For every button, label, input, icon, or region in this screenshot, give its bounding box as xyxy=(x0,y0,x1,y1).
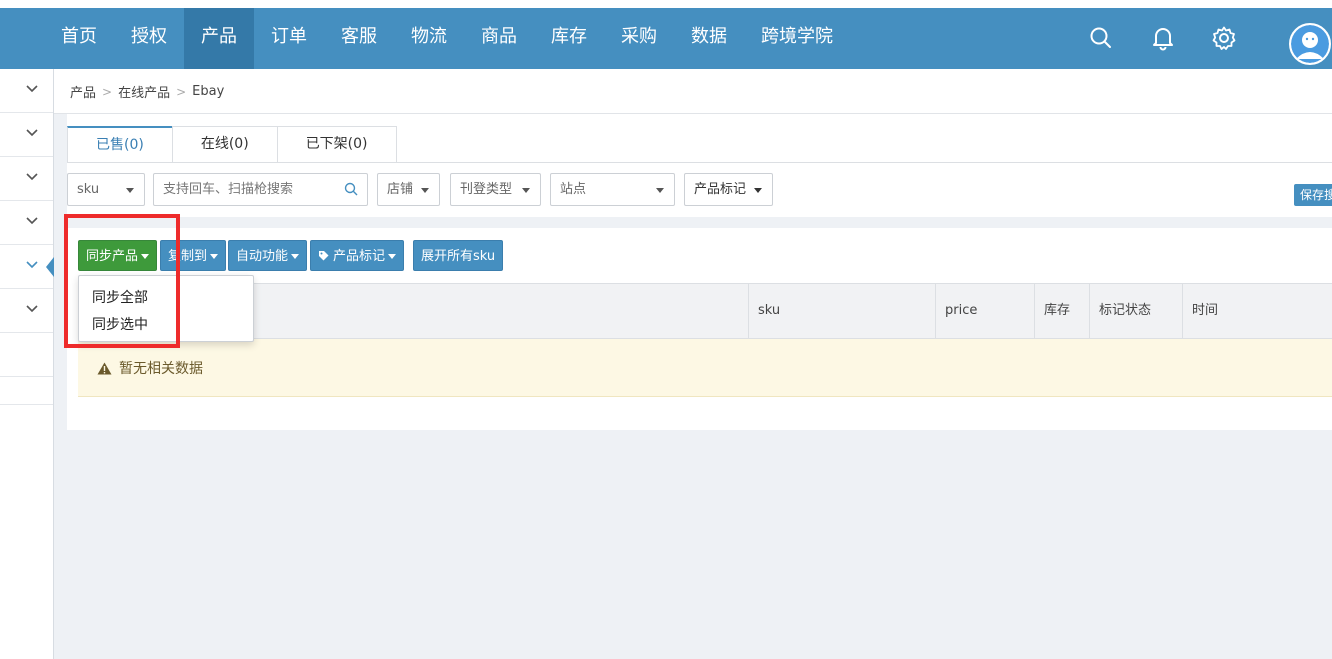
sidebar-item-3[interactable] xyxy=(0,157,53,201)
caret-down-icon xyxy=(421,188,429,193)
chevron-down-icon xyxy=(26,305,38,313)
caret-down-icon xyxy=(141,254,150,259)
listing-type-select[interactable]: 刊登类型 xyxy=(450,173,541,206)
breadcrumb-bar: 产品 > 在线产品 > Ebay xyxy=(54,69,1332,114)
sku-select-value: sku xyxy=(77,182,100,197)
sync-products-dropdown: 同步全部 同步选中 xyxy=(78,275,254,342)
content-area: 产品 > 在线产品 > Ebay 已售(0) 在线(0) 已下架(0) sku … xyxy=(54,69,1332,659)
product-mark-filter-label: 产品标记 xyxy=(694,182,747,197)
bell-icon[interactable] xyxy=(1150,25,1176,51)
warning-icon xyxy=(97,362,112,374)
user-avatar-icon xyxy=(1291,25,1329,63)
tag-icon xyxy=(319,251,329,261)
sync-products-label: 同步产品 xyxy=(86,249,139,264)
sidebar xyxy=(0,69,54,659)
search-icon[interactable] xyxy=(344,182,358,196)
nav-item-logistics[interactable]: 物流 xyxy=(394,8,464,69)
empty-state-row: 暂无相关数据 xyxy=(78,339,1332,397)
tab-online[interactable]: 在线(0) xyxy=(171,126,278,163)
save-search-button[interactable]: 保存搜索 xyxy=(1294,184,1332,206)
sku-select[interactable]: sku xyxy=(67,173,145,206)
main-nav: 首页 授权 产品 订单 客服 物流 商品 库存 采购 数据 跨境学院 xyxy=(44,8,850,69)
site-select[interactable]: 站点 xyxy=(550,173,675,206)
top-nav: 首页 授权 产品 订单 客服 物流 商品 库存 采购 数据 跨境学院 xyxy=(0,8,1332,69)
column-header-price: price xyxy=(935,284,1035,338)
nav-item-customer-service[interactable]: 客服 xyxy=(324,8,394,69)
gear-icon[interactable] xyxy=(1211,25,1237,51)
copy-to-label: 复制到 xyxy=(168,249,208,264)
sidebar-item-4[interactable] xyxy=(0,201,53,245)
search-input[interactable]: 支持回车、扫描枪搜索 xyxy=(153,173,368,206)
caret-down-icon xyxy=(291,254,300,259)
chevron-down-icon xyxy=(26,85,38,93)
column-header-sku: sku xyxy=(748,284,936,338)
caret-down-icon xyxy=(754,188,762,193)
column-header-time: 时间 xyxy=(1182,284,1332,338)
chevron-down-icon xyxy=(26,129,38,137)
status-tabs: 已售(0) 在线(0) 已下架(0) xyxy=(67,126,397,163)
auto-functions-label: 自动功能 xyxy=(236,249,289,264)
breadcrumb-item-products[interactable]: 产品 xyxy=(70,82,96,101)
nav-item-academy[interactable]: 跨境学院 xyxy=(744,8,850,69)
caret-down-icon xyxy=(388,254,397,259)
caret-down-icon xyxy=(656,188,664,193)
shop-select-label: 店铺 xyxy=(387,182,414,197)
empty-state-text: 暂无相关数据 xyxy=(119,361,203,377)
top-bar: 首页 授权 产品 订单 客服 物流 商品 库存 采购 数据 跨境学院 xyxy=(0,0,1332,69)
user-avatar[interactable] xyxy=(1289,23,1331,65)
sync-products-button[interactable]: 同步产品 xyxy=(78,240,158,271)
product-mark-label: 产品标记 xyxy=(333,249,386,264)
sidebar-item-5-active[interactable] xyxy=(0,245,54,289)
breadcrumb-separator-icon: > xyxy=(176,84,187,99)
nav-item-products[interactable]: 产品 xyxy=(184,8,254,69)
tab-sold[interactable]: 已售(0) xyxy=(67,126,173,163)
tab-delisted[interactable]: 已下架(0) xyxy=(276,126,397,163)
menu-item-sync-all[interactable]: 同步全部 xyxy=(92,287,148,307)
search-icon[interactable] xyxy=(1088,25,1114,51)
product-mark-filter[interactable]: 产品标记 xyxy=(684,173,773,206)
breadcrumb-separator-icon: > xyxy=(102,84,113,99)
search-placeholder: 支持回车、扫描枪搜索 xyxy=(163,182,294,197)
listing-type-label: 刊登类型 xyxy=(460,182,513,197)
table-header: sku price 库存 标记状态 时间 xyxy=(78,283,1332,339)
nav-item-inventory[interactable]: 库存 xyxy=(534,8,604,69)
nav-item-goods[interactable]: 商品 xyxy=(464,8,534,69)
breadcrumb-item-online-products[interactable]: 在线产品 xyxy=(118,82,170,101)
column-header-stock: 库存 xyxy=(1034,284,1090,338)
nav-item-home[interactable]: 首页 xyxy=(44,8,114,69)
copy-to-button[interactable]: 复制到 xyxy=(160,240,227,271)
filter-panel: 已售(0) 在线(0) 已下架(0) sku 支持回车、扫描枪搜索 店铺 刊登类… xyxy=(67,114,1332,217)
shop-select[interactable]: 店铺 xyxy=(377,173,440,206)
product-list-panel: 同步产品 复制到 自动功能 产品标记 展开所有sku sku price 库存 … xyxy=(67,228,1332,430)
chevron-down-icon xyxy=(26,217,38,225)
sidebar-item-7[interactable] xyxy=(0,333,53,377)
chevron-down-icon xyxy=(26,261,38,269)
breadcrumb-item-ebay: Ebay xyxy=(192,84,225,99)
caret-down-icon xyxy=(522,188,530,193)
sidebar-item-6[interactable] xyxy=(0,289,53,333)
menu-item-sync-selected[interactable]: 同步选中 xyxy=(92,314,148,334)
chevron-down-icon xyxy=(26,173,38,181)
sidebar-item-8[interactable] xyxy=(0,377,53,405)
tabs-divider xyxy=(67,162,1332,163)
breadcrumb: 产品 > 在线产品 > Ebay xyxy=(70,82,224,101)
nav-item-purchase[interactable]: 采购 xyxy=(604,8,674,69)
nav-item-orders[interactable]: 订单 xyxy=(254,8,324,69)
expand-all-sku-button[interactable]: 展开所有sku xyxy=(413,240,504,271)
site-select-label: 站点 xyxy=(560,182,587,197)
auto-functions-button[interactable]: 自动功能 xyxy=(228,240,308,271)
sidebar-item-1[interactable] xyxy=(0,69,53,113)
nav-item-data[interactable]: 数据 xyxy=(674,8,744,69)
column-header-mark-status: 标记状态 xyxy=(1089,284,1183,338)
empty-state-message: 暂无相关数据 xyxy=(97,358,203,378)
nav-item-authorize[interactable]: 授权 xyxy=(114,8,184,69)
caret-down-icon xyxy=(210,254,219,259)
sidebar-item-2[interactable] xyxy=(0,113,53,157)
caret-down-icon xyxy=(126,188,134,193)
product-mark-button[interactable]: 产品标记 xyxy=(310,240,405,271)
